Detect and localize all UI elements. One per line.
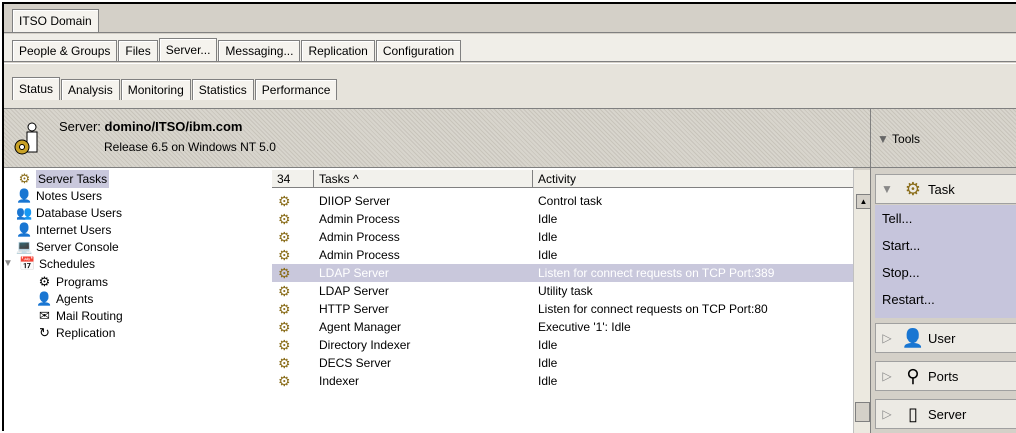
server-gear-icon — [12, 119, 48, 157]
table-row[interactable]: ⚙ DIIOP Server Control task — [272, 192, 853, 210]
gear-icon: ⚙ — [278, 193, 291, 209]
table-row[interactable]: ⚙ Agent Manager Executive '1': Idle — [272, 318, 853, 336]
table-row[interactable]: ⚙ DECS Server Idle — [272, 354, 853, 372]
tab-configuration[interactable]: Configuration — [375, 40, 462, 61]
expand-arrow-icon[interactable]: ▼ — [0, 256, 16, 272]
user-section-header[interactable]: ▷ 👤 User — [875, 323, 1016, 353]
table-row[interactable]: ⚙ Directory Indexer Idle — [272, 336, 853, 354]
sub-tab-row: Status Analysis Monitoring Statistics Pe… — [4, 74, 1016, 100]
tab-statistics[interactable]: Statistics — [191, 79, 254, 100]
server-navigator: ⚙ Server Tasks 👤 Notes Users 👥 Database Use… — [3, 168, 273, 433]
gear-icon: ⚙ — [904, 178, 922, 199]
server-release: Release 6.5 on Windows NT 5.0 — [104, 140, 276, 154]
tab-monitoring[interactable]: Monitoring — [120, 79, 191, 100]
server-section-header[interactable]: ▷ ▯ Server — [875, 399, 1016, 429]
ports-icon: ⚲ — [906, 365, 920, 386]
console-icon: 💻 — [16, 239, 33, 254]
table-row-selected[interactable]: ⚙ LDAP Server Listen for connect requests … — [272, 264, 853, 282]
schedule-icon: 📅 — [19, 256, 36, 271]
nav-item-server-tasks[interactable]: ⚙ Server Tasks — [16, 170, 110, 188]
gear-icon: ⚙ — [278, 247, 291, 263]
count-column-header: 34 — [272, 170, 314, 188]
table-row[interactable]: ⚙ Admin Process Idle — [272, 228, 853, 246]
chevron-down-icon: ▼ — [877, 132, 889, 146]
tab-replication[interactable]: Replication — [301, 40, 375, 61]
nav-item-internet-users[interactable]: 👤 Internet Users — [16, 221, 111, 239]
user-icon: 👤 — [901, 327, 925, 348]
gear-icon: ⚙ — [278, 229, 291, 245]
gear-icon: ⚙ — [278, 337, 291, 353]
agent-icon: 👤 — [36, 291, 53, 306]
activity-column-header[interactable]: Activity — [533, 170, 853, 188]
column-header-row: 34 Tasks ^ Activity — [272, 170, 853, 188]
main-tab-row: People & Groups Files Server... Messagin… — [4, 34, 1016, 62]
table-row[interactable]: ⚙ Admin Process Idle — [272, 246, 853, 264]
nav-item-database-users[interactable]: 👥 Database Users — [16, 204, 122, 222]
server-title: Server: domino/ITSO/ibm.com — [59, 119, 243, 134]
users-icon: 👥 — [16, 205, 33, 220]
table-row[interactable]: ⚙ Indexer Idle — [272, 372, 853, 390]
scroll-thumb[interactable] — [855, 402, 870, 422]
task-menu: Tell... Start... Stop... Restart... — [875, 205, 1016, 318]
gear-icon: ⚙ — [18, 171, 31, 186]
gear-icon: ⚙ — [278, 301, 291, 317]
nav-item-schedules[interactable]: ▼ 📅 Schedules — [0, 255, 95, 273]
task-list-scrollbar[interactable]: ▲ — [853, 170, 871, 433]
tab-files[interactable]: Files — [118, 40, 158, 61]
nav-item-programs[interactable]: ⚙ Programs — [36, 273, 108, 291]
admin-window: ITSO Domain People & Groups Files Server… — [2, 2, 1016, 433]
tab-itso-domain[interactable]: ITSO Domain — [12, 9, 99, 32]
program-icon: ⚙ — [38, 274, 51, 289]
replication-icon: ↻ — [39, 325, 50, 340]
ports-section-header[interactable]: ▷ ⚲ Ports — [875, 361, 1016, 391]
tasks-column-header[interactable]: Tasks ^ — [314, 170, 533, 188]
user-icon: 👤 — [16, 188, 33, 203]
mail-icon: ✉ — [39, 308, 50, 323]
domain-tab-row: ITSO Domain — [4, 8, 1016, 33]
nav-item-mail-routing[interactable]: ✉ Mail Routing — [36, 307, 123, 325]
server-icon: ▯ — [908, 403, 918, 424]
table-row[interactable]: ⚙ Admin Process Idle — [272, 210, 853, 228]
gear-icon: ⚙ — [278, 355, 291, 371]
task-section-header[interactable]: ▼ ⚙ Task — [875, 174, 1016, 204]
tools-bar[interactable]: ▼ Tools — [870, 108, 1016, 168]
nav-item-agents[interactable]: 👤 Agents — [36, 290, 93, 308]
tools-toggle[interactable]: ▼ Tools — [877, 132, 920, 146]
menu-item-start[interactable]: Start... — [875, 232, 1016, 259]
tab-analysis[interactable]: Analysis — [61, 79, 120, 100]
scroll-up-arrow-icon[interactable]: ▲ — [856, 194, 871, 209]
gear-icon: ⚙ — [278, 211, 291, 227]
tab-server[interactable]: Server... — [158, 38, 218, 61]
gear-icon: ⚙ — [278, 319, 291, 335]
nav-item-server-console[interactable]: 💻 Server Console — [16, 238, 118, 256]
chevron-down-icon: ▼ — [881, 182, 893, 196]
server-header: Server: domino/ITSO/ibm.com Release 6.5 … — [4, 108, 870, 168]
gear-icon: ⚙ — [278, 283, 291, 299]
tab-people-groups[interactable]: People & Groups — [12, 40, 118, 61]
tab-status[interactable]: Status — [12, 77, 61, 100]
nav-item-notes-users[interactable]: 👤 Notes Users — [16, 187, 102, 205]
chevron-right-icon: ▷ — [882, 331, 892, 345]
gear-icon: ⚙ — [278, 373, 291, 389]
task-list: 34 Tasks ^ Activity ⚙ DIIOP Server Control… — [272, 168, 853, 433]
menu-item-stop[interactable]: Stop... — [875, 259, 1016, 286]
tab-messaging[interactable]: Messaging... — [218, 40, 301, 61]
chevron-right-icon: ▷ — [882, 369, 892, 383]
chevron-right-icon: ▷ — [882, 407, 892, 421]
gear-icon: ⚙ — [278, 265, 291, 281]
tools-panel: ▼ ⚙ Task Tell... Start... Stop... Restar… — [870, 168, 1016, 433]
table-row[interactable]: ⚙ LDAP Server Utility task — [272, 282, 853, 300]
menu-item-tell[interactable]: Tell... — [875, 205, 1016, 232]
tab-performance[interactable]: Performance — [254, 79, 338, 100]
nav-item-replication[interactable]: ↻ Replication — [36, 324, 115, 342]
menu-item-restart[interactable]: Restart... — [875, 286, 1016, 313]
table-row[interactable]: ⚙ HTTP Server Listen for connect requests … — [272, 300, 853, 318]
internet-user-icon: 👤 — [16, 222, 33, 237]
